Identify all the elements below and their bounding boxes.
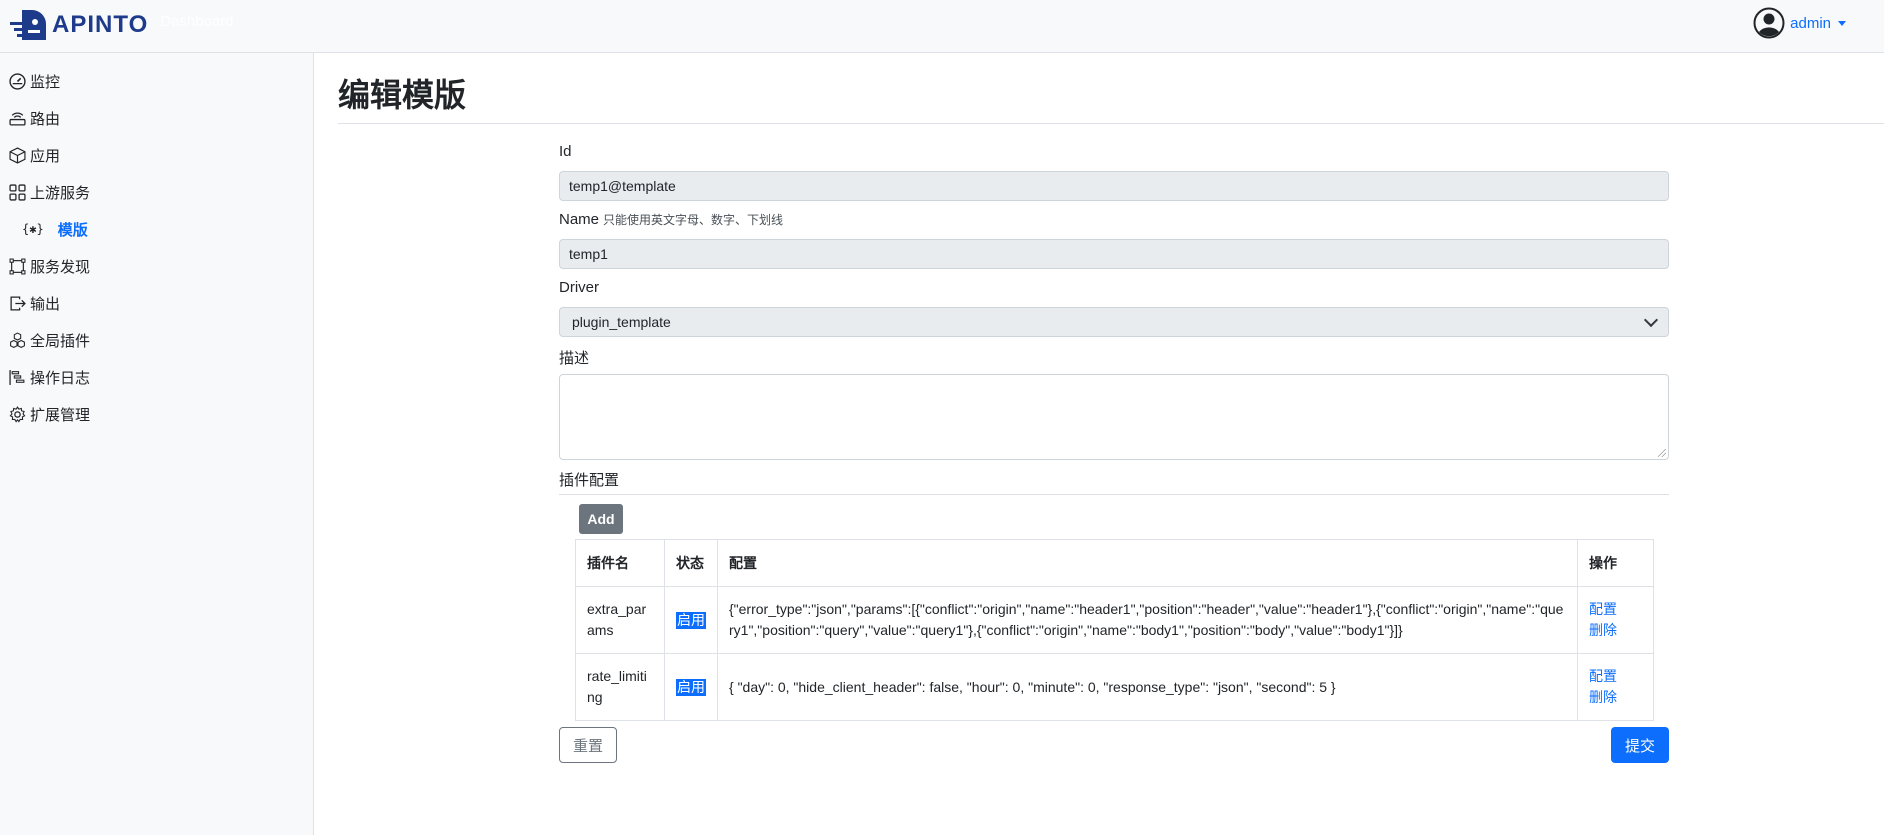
sidebar-item-app[interactable]: 应用 bbox=[9, 144, 60, 166]
chevron-down-icon bbox=[1643, 312, 1659, 328]
name-label: Name bbox=[559, 211, 600, 228]
bounding-box-icon bbox=[9, 258, 26, 274]
plugin-name: rate_limiting bbox=[575, 653, 665, 721]
sidebar-item-label: 服务发现 bbox=[30, 258, 91, 276]
gear-icon bbox=[9, 405, 26, 423]
plugin-name: extra_params bbox=[575, 586, 665, 654]
plugin-config: { "day": 0, "hide_client_header": false,… bbox=[717, 653, 1578, 721]
id-label: Id bbox=[559, 143, 572, 160]
curly-braces-icon: {✱} bbox=[22, 222, 44, 236]
title-divider bbox=[338, 123, 1884, 124]
caret-down-icon bbox=[1838, 20, 1846, 26]
column-header-status: 状态 bbox=[664, 539, 718, 587]
sidebar-item-label: 路由 bbox=[30, 110, 61, 128]
boxes-icon bbox=[10, 331, 25, 348]
sidebar-item-router[interactable]: 路由 bbox=[9, 107, 60, 129]
id-field[interactable]: temp1@template bbox=[559, 171, 1669, 201]
box-arrow-right-icon bbox=[10, 295, 26, 311]
table-row: extra_params 启用 {"error_type":"json","pa… bbox=[575, 586, 1654, 654]
sidebar-item-output[interactable]: 输出 bbox=[9, 292, 60, 314]
brand-name: APINTO bbox=[52, 11, 149, 38]
sidebar-item-monitor[interactable]: 监控 bbox=[9, 70, 60, 92]
column-header-name: 插件名 bbox=[575, 539, 665, 587]
name-label-row: Name 只能使用英文字母、数字、下划线 bbox=[559, 211, 783, 228]
name-hint: 只能使用英文字母、数字、下划线 bbox=[603, 213, 784, 227]
submit-button[interactable]: 提交 bbox=[1611, 727, 1669, 763]
grid-icon bbox=[9, 183, 26, 201]
sidebar-item-operation-log[interactable]: 操作日志 bbox=[9, 366, 90, 388]
reset-button[interactable]: 重置 bbox=[559, 727, 617, 763]
sidebar-item-label: 监控 bbox=[30, 73, 61, 91]
column-header-config: 配置 bbox=[717, 539, 1578, 587]
actions-cell: 配置 删除 bbox=[1577, 653, 1654, 721]
speedometer-icon bbox=[9, 72, 26, 90]
sidebar: 监控 路由 应用 上游服务 {✱} 模版 服务发现 输出 全局插件 操作日志 扩… bbox=[0, 53, 314, 835]
config-link[interactable]: 配置 bbox=[1589, 599, 1642, 620]
description-label: 描述 bbox=[559, 350, 590, 367]
table-header-row: 插件名 状态 配置 操作 bbox=[575, 539, 1654, 587]
sidebar-item-template[interactable]: {✱} 模版 bbox=[22, 218, 88, 240]
resize-grip-icon[interactable] bbox=[1658, 449, 1666, 457]
status-cell: 启用 bbox=[664, 653, 718, 721]
description-textarea[interactable] bbox=[559, 374, 1669, 460]
user-name: admin bbox=[1790, 14, 1831, 32]
sidebar-item-label: 上游服务 bbox=[30, 184, 91, 202]
sidebar-item-label: 全局插件 bbox=[30, 332, 91, 350]
sidebar-item-global-plugins[interactable]: 全局插件 bbox=[9, 329, 90, 351]
bar-chart-steps-icon bbox=[9, 369, 25, 385]
sidebar-item-discovery[interactable]: 服务发现 bbox=[9, 255, 90, 277]
driver-select[interactable]: plugin_template bbox=[559, 307, 1669, 337]
table-row: rate_limiting 启用 { "day": 0, "hide_clien… bbox=[575, 653, 1654, 721]
sidebar-item-label: 模版 bbox=[57, 221, 88, 239]
sidebar-item-label: 输出 bbox=[30, 295, 61, 313]
actions-cell: 配置 删除 bbox=[1577, 586, 1654, 654]
driver-label: Driver bbox=[559, 279, 599, 296]
status-cell: 启用 bbox=[664, 586, 718, 654]
add-plugin-button[interactable]: Add bbox=[579, 504, 623, 534]
status-badge: 启用 bbox=[676, 678, 706, 696]
config-link[interactable]: 配置 bbox=[1589, 666, 1642, 687]
user-menu[interactable]: admin bbox=[1753, 7, 1846, 39]
sidebar-item-label: 应用 bbox=[30, 147, 61, 165]
name-field[interactable]: temp1 bbox=[559, 239, 1669, 269]
driver-value: plugin_template bbox=[572, 314, 671, 330]
page-title: 编辑模版 bbox=[338, 77, 467, 113]
sidebar-item-upstream[interactable]: 上游服务 bbox=[9, 181, 90, 203]
apinto-logo-icon bbox=[10, 10, 46, 40]
name-value: temp1 bbox=[569, 246, 608, 262]
plugin-config-label: 插件配置 bbox=[559, 472, 620, 489]
plugins-table: 插件名 状态 配置 操作 extra_params 启用 {"error_typ… bbox=[575, 539, 1654, 721]
id-value: temp1@template bbox=[569, 178, 676, 194]
column-header-actions: 操作 bbox=[1577, 539, 1654, 587]
delete-link[interactable]: 删除 bbox=[1589, 620, 1642, 641]
plugin-config: {"error_type":"json","params":[{"conflic… bbox=[717, 586, 1578, 654]
brand[interactable]: APINTO Dashboard bbox=[8, 8, 234, 42]
plugin-config-divider bbox=[559, 494, 1669, 495]
sidebar-item-label: 扩展管理 bbox=[30, 406, 91, 424]
status-badge: 启用 bbox=[676, 611, 706, 629]
brand-subtitle: Dashboard bbox=[160, 12, 234, 30]
sidebar-item-label: 操作日志 bbox=[30, 369, 91, 387]
sidebar-item-extensions[interactable]: 扩展管理 bbox=[9, 403, 90, 425]
person-circle-icon bbox=[1753, 7, 1785, 39]
box-icon bbox=[9, 146, 26, 164]
router-icon bbox=[9, 111, 26, 126]
delete-link[interactable]: 删除 bbox=[1589, 687, 1642, 708]
top-navbar: APINTO Dashboard admin bbox=[0, 0, 1884, 53]
